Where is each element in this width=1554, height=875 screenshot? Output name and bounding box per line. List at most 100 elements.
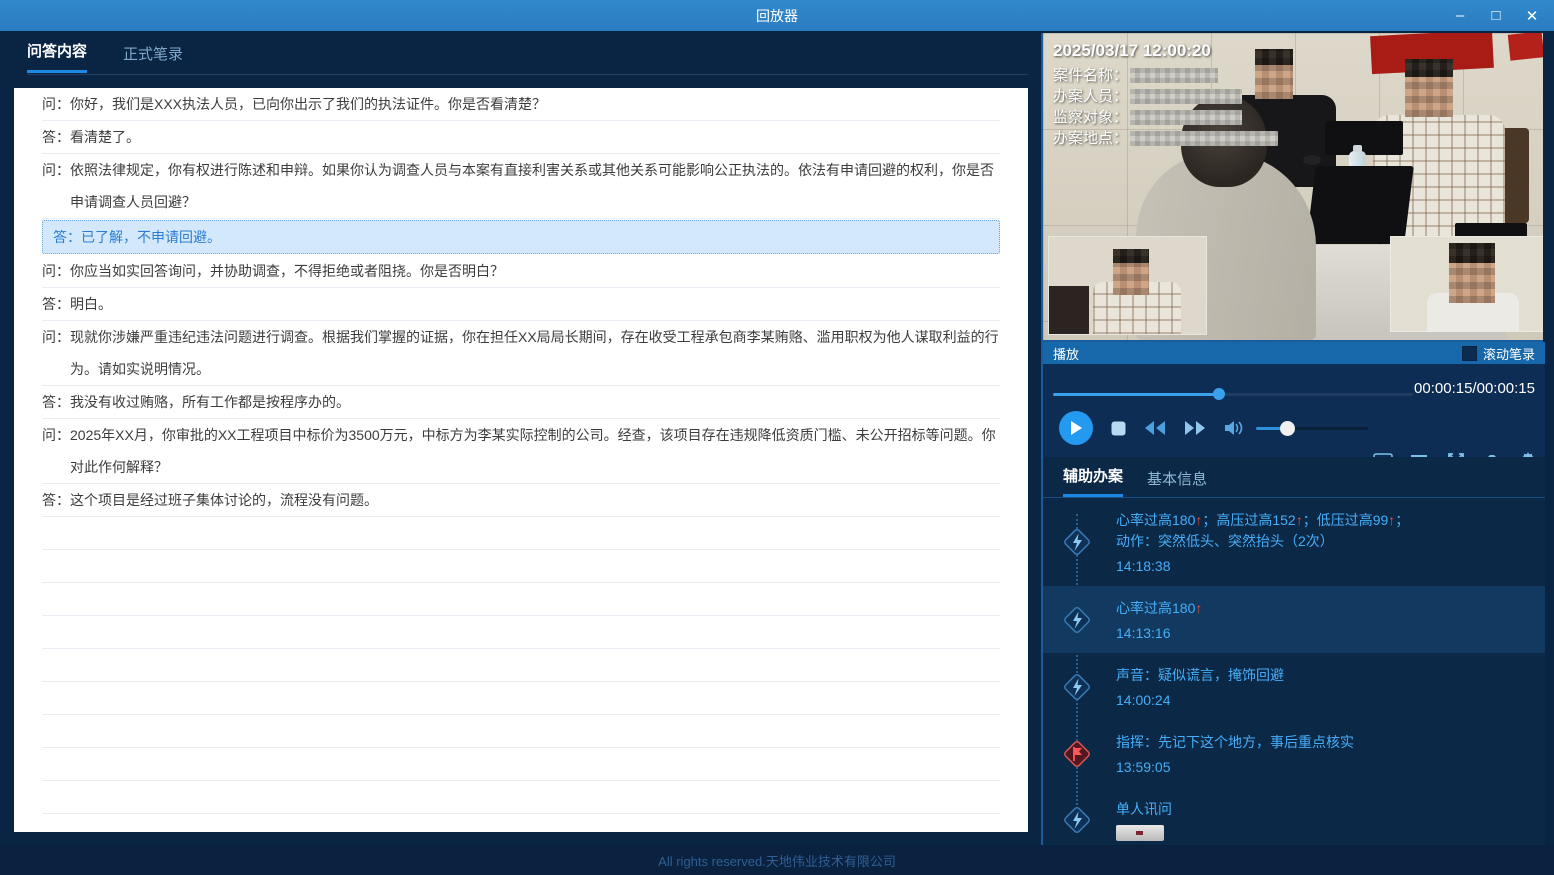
event-text: 动作：突然低头、突然抬头（2次） — [1116, 531, 1535, 552]
seek-bar[interactable] — [1053, 389, 1413, 399]
play-strip-label: 播放 — [1053, 344, 1079, 363]
alert-lightning-diamond-icon — [1060, 525, 1094, 559]
time-display: 00:00:15/00:00:15 — [1414, 380, 1535, 397]
qa-empty-row — [42, 550, 1000, 583]
censored-value — [1130, 89, 1242, 104]
copyright-text: All rights reserved.天地伟业技术有限公司 — [658, 851, 896, 870]
volume-thumb[interactable] — [1280, 421, 1295, 436]
tab-formal-record[interactable]: 正式笔录 — [123, 43, 183, 73]
qa-speaker: 答： — [42, 386, 70, 418]
event-text: 指挥：先记下这个地方，事后重点核实 — [1116, 732, 1535, 753]
pixelated-face — [1405, 59, 1453, 117]
qa-empty-row — [42, 616, 1000, 649]
qa-text: 明白。 — [70, 288, 1000, 320]
fast-forward-button[interactable] — [1184, 420, 1206, 436]
qa-row[interactable]: 问：2025年XX月，你审批的XX工程项目中标价为3500万元，中标方为李某实际… — [42, 419, 1000, 484]
qa-speaker: 答： — [42, 484, 70, 516]
qa-text: 我没有收过贿赂，所有工作都是按程序办的。 — [70, 386, 1000, 418]
title-bar: 回放器 – □ ✕ — [0, 0, 1554, 31]
qa-text: 现就你涉嫌严重违纪违法问题进行调查。根据我们掌握的证据，你在担任XX局局长期间，… — [70, 321, 1000, 385]
case-name-label: 案件名称： — [1053, 65, 1128, 86]
up-arrow-icon: ↑ — [1195, 512, 1202, 528]
pip-camera-right — [1390, 236, 1543, 332]
tab-basic-info[interactable]: 基本信息 — [1147, 468, 1207, 497]
mouse — [1303, 155, 1321, 165]
qa-empty-row — [42, 517, 1000, 550]
laptop — [1306, 166, 1414, 244]
volume-slider[interactable] — [1256, 422, 1368, 434]
player-controls: 00:00:15/00:00:15 — [1043, 364, 1545, 457]
tabbar-divider — [27, 74, 1028, 75]
qa-row[interactable]: 问：依照法律规定，你有权进行陈述和申辩。如果你认为调查人员与本案有直接利害关系或… — [42, 154, 1000, 219]
tab-assist-case[interactable]: 辅助办案 — [1063, 465, 1123, 497]
qa-row[interactable]: 答：明白。 — [42, 288, 1000, 321]
event-row[interactable]: 单人讯问 — [1043, 787, 1545, 845]
subject-label: 监察对象： — [1053, 107, 1128, 128]
qa-row[interactable]: 答：已了解，不申请回避。 — [42, 220, 1000, 254]
qa-row[interactable]: 答：我没有收过贿赂，所有工作都是按程序办的。 — [42, 386, 1000, 419]
qa-text: 你好，我们是XXX执法人员，已向你出示了我们的执法证件。你是否看清楚？ — [70, 88, 1000, 120]
qa-row[interactable]: 问：现就你涉嫌严重违纪违法问题进行调查。根据我们掌握的证据，你在担任XX局局长期… — [42, 321, 1000, 386]
event-timestamp: 14:00:24 — [1116, 692, 1535, 708]
event-text: 声音：疑似谎言，掩饰回避 — [1116, 665, 1535, 686]
qa-list: 问：你好，我们是XXX执法人员，已向你出示了我们的执法证件。你是否看清楚？答：看… — [14, 88, 1028, 832]
pixelated-face — [1113, 249, 1149, 295]
case-location-label: 办案地点： — [1053, 128, 1128, 149]
chair — [1049, 286, 1089, 334]
qa-empty-row — [42, 748, 1000, 781]
qa-empty-row — [42, 583, 1000, 616]
qa-speaker: 问： — [42, 154, 70, 186]
replayer-window: 回放器 – □ ✕ 问答内容 正式笔录 问：你好，我们是XXX执法人员，已向你出… — [0, 0, 1554, 875]
video-overlay: 2025/03/17 12:00:20 案件名称： 办案人员： 监察对象： 办案… — [1053, 41, 1278, 149]
play-icon — [1069, 420, 1083, 436]
volume-icon[interactable] — [1224, 420, 1244, 436]
event-row[interactable]: 心率过高180↑；高压过高152↑；低压过高99↑；动作：突然低头、突然抬头（2… — [1043, 498, 1545, 586]
event-row[interactable]: 指挥：先记下这个地方，事后重点核实 13:59:05 — [1043, 720, 1545, 787]
event-thumbnail[interactable] — [1116, 825, 1164, 841]
event-timestamp: 13:59:05 — [1116, 759, 1535, 775]
qa-speaker: 问： — [42, 88, 70, 120]
censored-value — [1130, 131, 1278, 146]
qa-row[interactable]: 问：你好，我们是XXX执法人员，已向你出示了我们的执法证件。你是否看清楚？ — [42, 88, 1000, 121]
qa-text: 这个项目是经过班子集体讨论的，流程没有问题。 — [70, 484, 1000, 516]
qa-speaker: 答： — [42, 121, 70, 153]
qa-empty-row — [42, 814, 1000, 832]
close-button[interactable]: ✕ — [1518, 4, 1546, 28]
alert-lightning-diamond-icon — [1060, 603, 1094, 637]
censored-value — [1130, 110, 1242, 125]
qa-empty-row — [42, 682, 1000, 715]
seek-fill — [1053, 393, 1219, 396]
right-column: 2025/03/17 12:00:20 案件名称： 办案人员： 监察对象： 办案… — [1041, 33, 1545, 845]
qa-speaker: 问： — [42, 255, 70, 287]
qa-row[interactable]: 问：你应当如实回答询问，并协助调查，不得拒绝或者阻挠。你是否明白？ — [42, 255, 1000, 288]
checkbox-icon[interactable] — [1462, 346, 1477, 361]
qa-speaker: 问： — [42, 419, 70, 451]
event-text: 心率过高180↑ — [1116, 598, 1535, 619]
stop-button[interactable] — [1111, 421, 1126, 436]
event-row[interactable]: 声音：疑似谎言，掩饰回避 14:00:24 — [1043, 653, 1545, 720]
minimize-button[interactable]: – — [1446, 4, 1474, 28]
up-arrow-icon: ↑ — [1296, 512, 1303, 528]
video-frame[interactable]: 2025/03/17 12:00:20 案件名称： 办案人员： 监察对象： 办案… — [1043, 33, 1543, 342]
scroll-transcript-toggle[interactable]: 滚动笔录 — [1462, 344, 1535, 363]
transcript-tabbar: 问答内容 正式笔录 — [27, 40, 183, 73]
case-officer-label: 办案人员： — [1053, 86, 1128, 107]
rewind-button[interactable] — [1144, 420, 1166, 436]
qa-row[interactable]: 答：这个项目是经过班子集体讨论的，流程没有问题。 — [42, 484, 1000, 517]
play-button[interactable] — [1059, 411, 1093, 445]
event-timestamp: 14:13:16 — [1116, 625, 1535, 641]
qa-text: 2025年XX月，你审批的XX工程项目中标价为3500万元，中标方为李某实际控制… — [70, 419, 1000, 483]
qa-text: 依照法律规定，你有权进行陈述和申辩。如果你认为调查人员与本案有直接利害关系或其他… — [70, 154, 1000, 218]
maximize-button[interactable]: □ — [1482, 4, 1510, 28]
seek-thumb[interactable] — [1213, 388, 1225, 400]
footer-bar: All rights reserved.天地伟业技术有限公司 — [0, 845, 1554, 875]
tab-qa-content[interactable]: 问答内容 — [27, 40, 87, 73]
censored-value — [1130, 68, 1218, 83]
qa-text: 看清楚了。 — [70, 121, 1000, 153]
event-row[interactable]: 心率过高180↑ 14:13:16 — [1043, 586, 1545, 653]
qa-row[interactable]: 答：看清楚了。 — [42, 121, 1000, 154]
alert-lightning-diamond-icon — [1060, 670, 1094, 704]
event-timeline: 心率过高180↑；高压过高152↑；低压过高99↑；动作：突然低头、突然抬头（2… — [1043, 498, 1545, 845]
event-text: 心率过高180↑；高压过高152↑；低压过高99↑； — [1116, 510, 1535, 531]
up-arrow-icon: ↑ — [1195, 600, 1202, 616]
